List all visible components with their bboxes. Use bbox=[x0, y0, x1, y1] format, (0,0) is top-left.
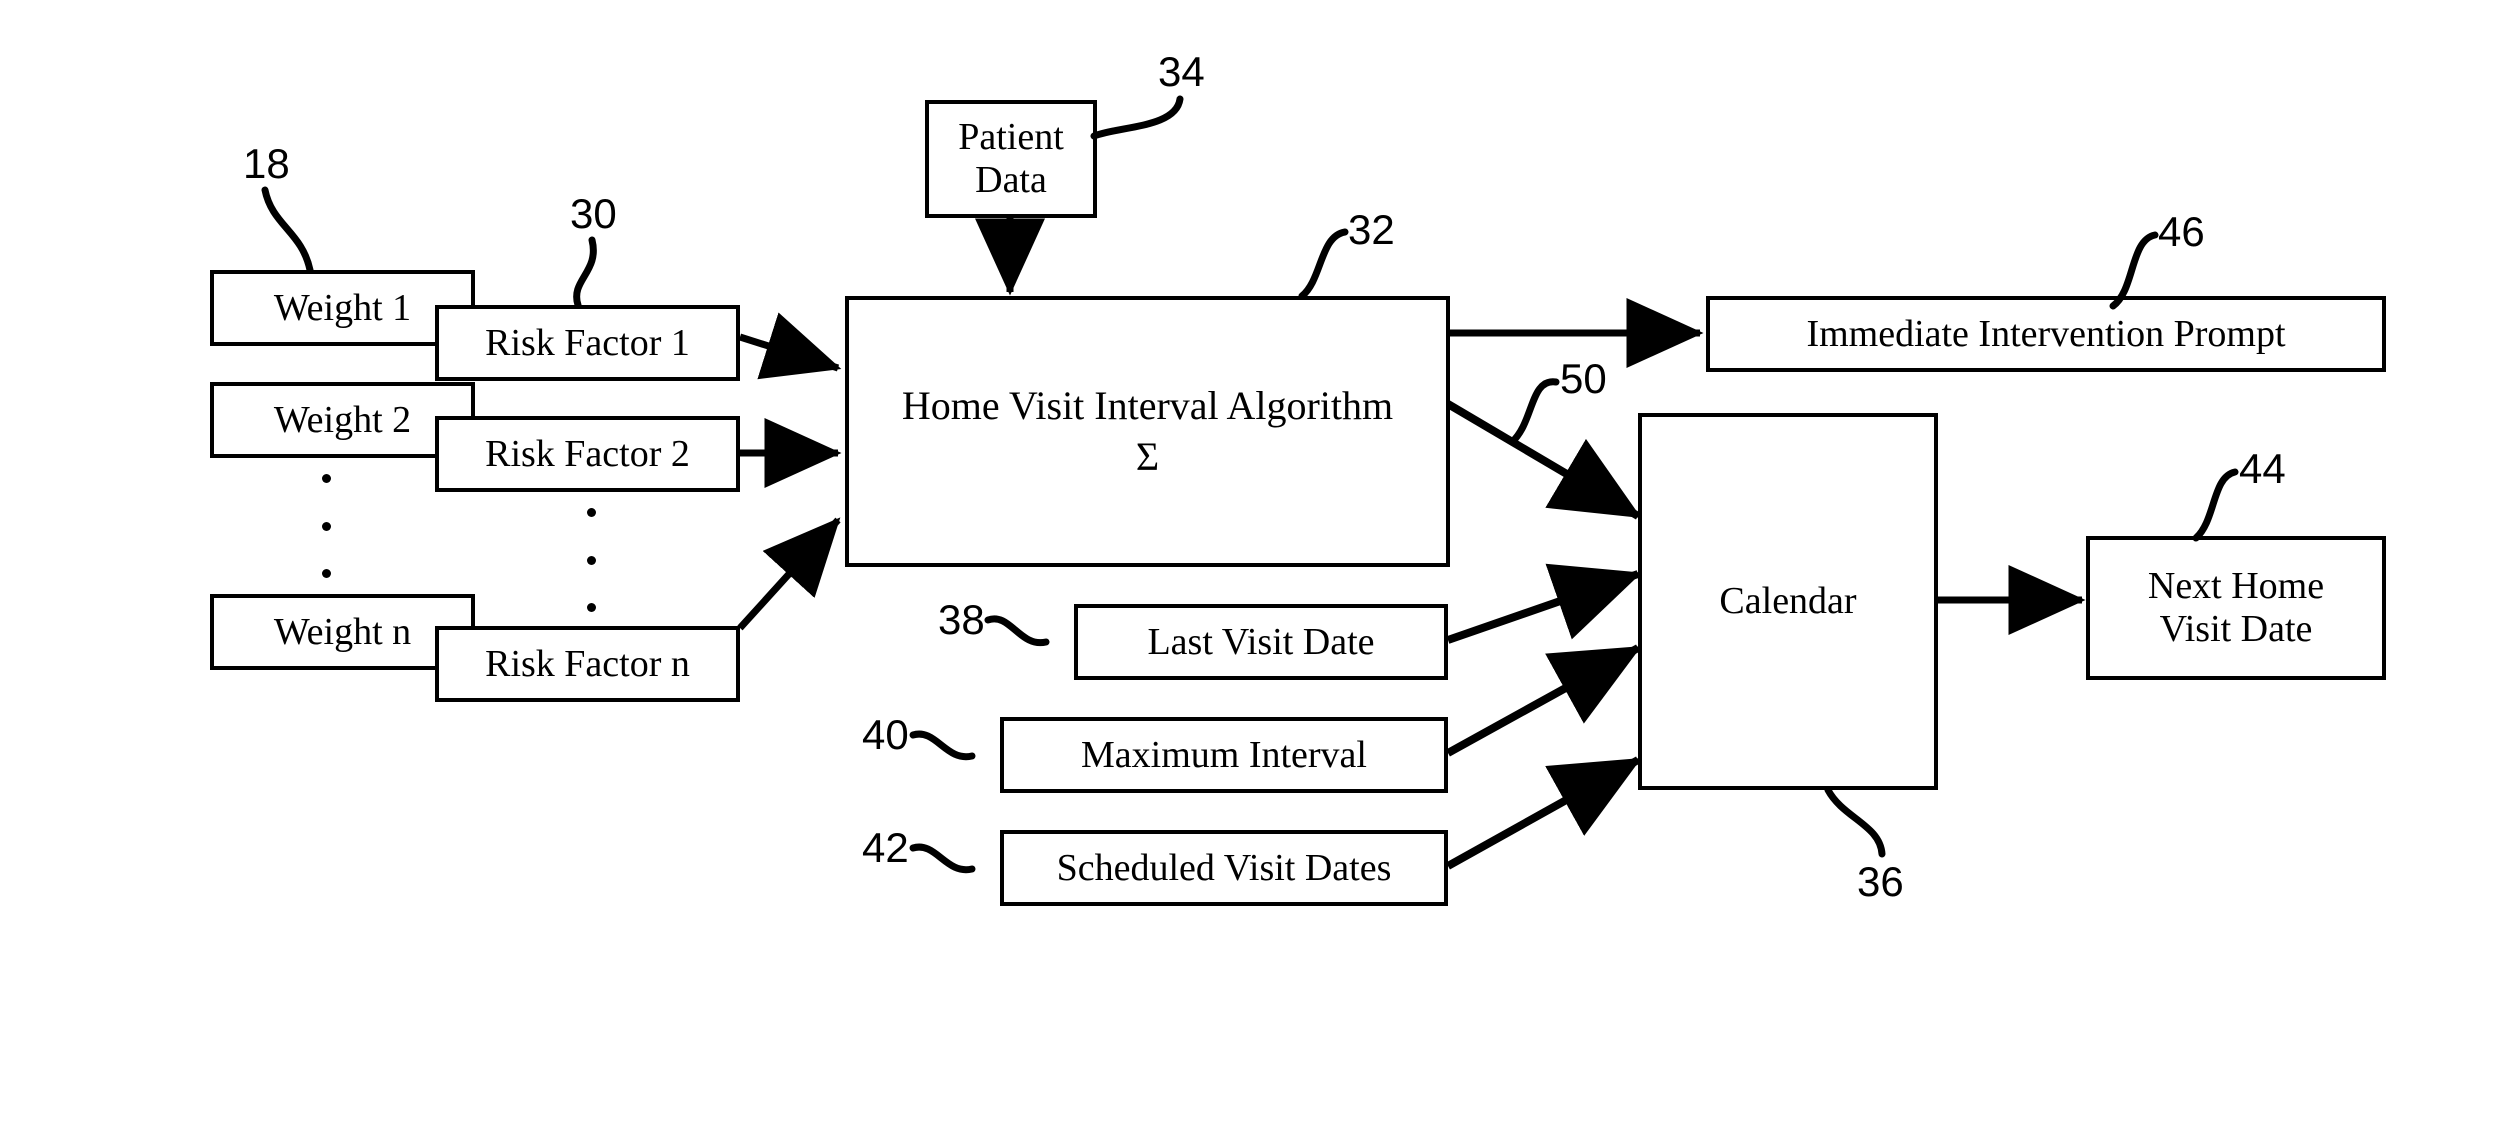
refnum-32: 32 bbox=[1348, 206, 1395, 253]
risk-factors-ellipsis bbox=[585, 508, 597, 612]
next-home-visit-date-box[interactable]: Next Home Visit Date bbox=[2086, 536, 2386, 680]
leader-40 bbox=[909, 730, 976, 761]
figure-canvas: Weight 1 Weight 2 Weight n Risk Factor 1… bbox=[0, 0, 2497, 1126]
risk-factor-2-box[interactable]: Risk Factor 2 bbox=[435, 416, 740, 492]
leader-18 bbox=[261, 186, 314, 274]
refnum-38: 38 bbox=[938, 596, 985, 643]
leader-44 bbox=[2192, 468, 2239, 542]
risk-factor-n-label: Risk Factor n bbox=[485, 642, 690, 685]
algorithm-content: Home Visit Interval Algorithm Σ bbox=[849, 382, 1446, 480]
refnum-46: 46 bbox=[2158, 208, 2205, 255]
arrow-risk-factor-n-to-algorithm bbox=[737, 517, 841, 631]
scheduled-visit-dates-label: Scheduled Visit Dates bbox=[1056, 846, 1392, 889]
calendar-box[interactable]: Calendar bbox=[1638, 413, 1938, 790]
refnum-42: 42 bbox=[862, 824, 909, 871]
risk-factor-2-label: Risk Factor 2 bbox=[485, 432, 690, 475]
arrow-maximum-interval-to-calendar bbox=[1446, 644, 1642, 757]
leader-34 bbox=[1090, 95, 1184, 140]
arrow-algorithm-to-calendar bbox=[1445, 400, 1642, 520]
weights-ellipsis bbox=[320, 474, 332, 578]
refnum-36: 36 bbox=[1857, 858, 1904, 905]
arrow-last-visit-date-to-calendar bbox=[1446, 563, 1642, 644]
refnum-50: 50 bbox=[1560, 355, 1607, 402]
last-visit-date-box[interactable]: Last Visit Date bbox=[1074, 604, 1448, 680]
risk-factor-n-box[interactable]: Risk Factor n bbox=[435, 626, 740, 702]
refnum-18: 18 bbox=[243, 140, 290, 187]
refnum-30: 30 bbox=[570, 190, 617, 237]
weight-2-label: Weight 2 bbox=[273, 398, 412, 441]
risk-factor-1-box[interactable]: Risk Factor 1 bbox=[435, 305, 740, 381]
risk-factor-1-label: Risk Factor 1 bbox=[485, 321, 690, 364]
algorithm-box[interactable]: Home Visit Interval Algorithm Σ bbox=[845, 296, 1450, 567]
arrow-risk-factor-1-to-algorithm bbox=[738, 312, 842, 380]
refnum-34: 34 bbox=[1158, 48, 1205, 95]
leader-30 bbox=[573, 236, 597, 309]
ellipsis-dot bbox=[586, 555, 596, 565]
algorithm-title: Home Visit Interval Algorithm bbox=[901, 382, 1394, 428]
maximum-interval-box[interactable]: Maximum Interval bbox=[1000, 717, 1448, 793]
refnum-44: 44 bbox=[2239, 445, 2286, 492]
ellipsis-dot bbox=[586, 508, 596, 517]
next-home-visit-date-label: Next Home Visit Date bbox=[2147, 565, 2325, 650]
leader-38 bbox=[984, 615, 1050, 647]
ellipsis-dot bbox=[321, 521, 331, 531]
leader-36 bbox=[1824, 786, 1886, 858]
maximum-interval-label: Maximum Interval bbox=[1081, 733, 1367, 776]
ellipsis-dot bbox=[321, 569, 331, 578]
calendar-label: Calendar bbox=[1719, 580, 1857, 623]
ellipsis-dot bbox=[321, 474, 331, 483]
sigma-icon: Σ bbox=[1135, 433, 1160, 479]
leader-50 bbox=[1508, 378, 1560, 446]
patient-data-label: Patient Data bbox=[958, 116, 1064, 201]
scheduled-visit-dates-box[interactable]: Scheduled Visit Dates bbox=[1000, 830, 1448, 906]
weight-1-label: Weight 1 bbox=[273, 286, 412, 329]
patient-data-box[interactable]: Patient Data bbox=[925, 100, 1097, 218]
arrow-scheduled-visit-dates-to-calendar bbox=[1446, 756, 1642, 870]
leader-32 bbox=[1298, 228, 1349, 300]
last-visit-date-label: Last Visit Date bbox=[1147, 620, 1375, 663]
ellipsis-dot bbox=[586, 603, 596, 612]
leader-42 bbox=[909, 843, 976, 874]
weight-n-label: Weight n bbox=[273, 610, 412, 653]
immediate-intervention-prompt-label: Immediate Intervention Prompt bbox=[1806, 312, 2286, 355]
immediate-intervention-prompt-box[interactable]: Immediate Intervention Prompt bbox=[1706, 296, 2386, 372]
refnum-40: 40 bbox=[862, 711, 909, 758]
